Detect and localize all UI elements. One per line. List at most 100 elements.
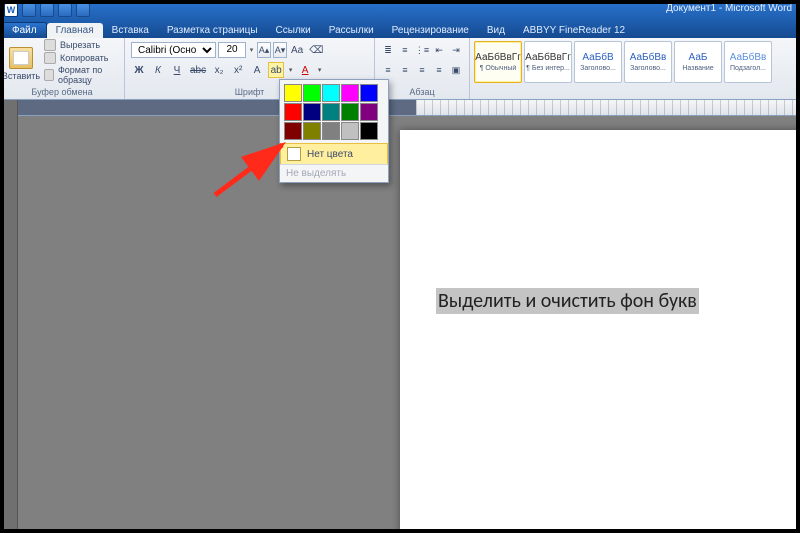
tab-review[interactable]: Рецензирование bbox=[383, 23, 478, 38]
no-color-option[interactable]: Нет цвета bbox=[280, 143, 388, 165]
scissors-icon bbox=[44, 39, 56, 51]
color-swatch[interactable] bbox=[303, 84, 321, 102]
bullets-button[interactable]: ≣ bbox=[381, 42, 395, 58]
text-effects-button[interactable]: A bbox=[249, 62, 265, 78]
numbering-button[interactable]: ≡ bbox=[398, 42, 412, 58]
qat-more-icon[interactable] bbox=[76, 3, 90, 17]
font-name-select[interactable]: Calibri (Осно bbox=[131, 42, 216, 58]
color-swatch[interactable] bbox=[322, 103, 340, 121]
tab-references[interactable]: Ссылки bbox=[267, 23, 320, 38]
align-left-button[interactable]: ≡ bbox=[381, 62, 395, 78]
word-icon[interactable]: W bbox=[4, 3, 18, 17]
document-page[interactable]: Выделить и очистить фон букв bbox=[400, 130, 800, 533]
style-preview: АаБбВв bbox=[630, 52, 667, 63]
no-color-swatch-icon bbox=[287, 147, 301, 161]
align-center-button[interactable]: ≡ bbox=[398, 62, 412, 78]
color-swatch[interactable] bbox=[341, 122, 359, 140]
color-grid bbox=[280, 80, 388, 144]
chevron-down-icon[interactable]: ▾ bbox=[248, 46, 255, 54]
qat-save-icon[interactable] bbox=[22, 3, 36, 17]
style-card[interactable]: АаБбВ Заголово... bbox=[574, 41, 622, 83]
bold-button[interactable]: Ж bbox=[131, 62, 147, 78]
tab-abbyy[interactable]: ABBYY FineReader 12 bbox=[514, 23, 634, 38]
ribbon: Вставить Вырезать Копировать Формат по о… bbox=[0, 38, 800, 100]
shrink-font-button[interactable]: A▾ bbox=[273, 42, 287, 58]
highlight-color-button[interactable]: ab bbox=[268, 62, 284, 78]
tab-file[interactable]: Файл bbox=[2, 22, 47, 38]
group-clipboard: Вставить Вырезать Копировать Формат по о… bbox=[0, 38, 125, 99]
stop-highlighting-label: Не выделять bbox=[286, 168, 346, 179]
stop-highlighting-option[interactable]: Не выделять bbox=[280, 164, 388, 182]
shading-button[interactable]: ▣ bbox=[449, 62, 463, 78]
multilevel-button[interactable]: ⋮≡ bbox=[415, 42, 429, 58]
style-card[interactable]: АаБбВв Подзагол... bbox=[724, 41, 772, 83]
group-label: Буфер обмена bbox=[0, 86, 124, 99]
color-swatch[interactable] bbox=[284, 103, 302, 121]
horizontal-ruler bbox=[18, 100, 800, 116]
copy-button[interactable]: Копировать bbox=[42, 52, 124, 64]
color-swatch[interactable] bbox=[341, 84, 359, 102]
tab-layout[interactable]: Разметка страницы bbox=[158, 23, 267, 38]
highlight-color-dropdown: Нет цвета Не выделять bbox=[279, 79, 389, 183]
color-swatch[interactable] bbox=[284, 122, 302, 140]
justify-button[interactable]: ≡ bbox=[432, 62, 446, 78]
color-swatch[interactable] bbox=[322, 84, 340, 102]
copy-icon bbox=[44, 52, 56, 64]
group-styles: АаБбВвГг¶ ОбычныйАаБбВвГг¶ Без интер...А… bbox=[470, 38, 800, 99]
paste-button[interactable]: Вставить bbox=[0, 38, 42, 86]
style-card[interactable]: АаБНазвание bbox=[674, 41, 722, 83]
no-color-label: Нет цвета bbox=[307, 149, 353, 160]
format-painter-button[interactable]: Формат по образцу bbox=[42, 65, 124, 85]
italic-button[interactable]: К bbox=[150, 62, 166, 78]
subscript-button[interactable]: x₂ bbox=[211, 62, 227, 78]
color-swatch[interactable] bbox=[360, 122, 378, 140]
style-name: Название bbox=[682, 65, 713, 72]
tab-view[interactable]: Вид bbox=[478, 23, 514, 38]
grow-font-button[interactable]: A▴ bbox=[257, 42, 271, 58]
vertical-ruler bbox=[0, 100, 18, 533]
increase-indent-button[interactable]: ⇥ bbox=[449, 42, 463, 58]
tab-mailings[interactable]: Рассылки bbox=[320, 23, 383, 38]
color-swatch[interactable] bbox=[360, 84, 378, 102]
color-swatch[interactable] bbox=[360, 103, 378, 121]
document-area: Выделить и очистить фон букв bbox=[0, 100, 800, 533]
style-preview: АаБбВвГг bbox=[525, 52, 571, 63]
group-paragraph: ≣ ≡ ⋮≡ ⇤ ⇥ ≡ ≡ ≡ ≡ ▣ Абзац bbox=[375, 38, 470, 99]
color-swatch[interactable] bbox=[341, 103, 359, 121]
qat-undo-icon[interactable] bbox=[40, 3, 54, 17]
color-swatch[interactable] bbox=[322, 122, 340, 140]
underline-button[interactable]: Ч bbox=[169, 62, 185, 78]
document-text[interactable]: Выделить и очистить фон букв bbox=[436, 288, 699, 314]
tab-insert[interactable]: Вставка bbox=[103, 23, 158, 38]
style-card[interactable]: АаБбВвГг ¶ Без интер... bbox=[524, 41, 572, 83]
style-card[interactable]: АаБбВвЗаголово... bbox=[624, 41, 672, 83]
paste-label: Вставить bbox=[2, 71, 40, 81]
align-right-button[interactable]: ≡ bbox=[415, 62, 429, 78]
qat-redo-icon[interactable] bbox=[58, 3, 72, 17]
cut-button[interactable]: Вырезать bbox=[42, 39, 124, 51]
style-preview: АаБбВвГг bbox=[475, 52, 521, 63]
quick-access-toolbar: W bbox=[4, 3, 90, 17]
change-case-button[interactable]: Aa bbox=[289, 42, 305, 58]
style-name: Заголово... bbox=[580, 65, 616, 72]
font-color-button[interactable]: A bbox=[297, 62, 313, 78]
style-card[interactable]: АаБбВвГг¶ Обычный bbox=[474, 41, 522, 83]
color-swatch[interactable] bbox=[303, 103, 321, 121]
strikethrough-button[interactable]: abc bbox=[188, 62, 208, 78]
style-name: ¶ Без интер... bbox=[526, 65, 570, 72]
decrease-indent-button[interactable]: ⇤ bbox=[432, 42, 446, 58]
paste-icon bbox=[9, 47, 33, 69]
style-name: Подзагол... bbox=[730, 65, 766, 72]
style-preview: АаБбВ bbox=[582, 52, 613, 63]
color-swatch[interactable] bbox=[284, 84, 302, 102]
chevron-down-icon[interactable]: ▾ bbox=[287, 66, 294, 74]
tab-home[interactable]: Главная bbox=[47, 23, 103, 38]
color-swatch[interactable] bbox=[303, 122, 321, 140]
chevron-down-icon[interactable]: ▾ bbox=[316, 66, 323, 74]
clear-formatting-button[interactable]: ⌫ bbox=[307, 42, 325, 58]
superscript-button[interactable]: x² bbox=[230, 62, 246, 78]
window-title: Документ1 - Microsoft Word bbox=[0, 3, 800, 14]
group-label: Абзац bbox=[375, 86, 469, 99]
font-size-select[interactable]: 20 bbox=[218, 42, 246, 58]
style-preview: АаБбВв bbox=[730, 52, 767, 63]
